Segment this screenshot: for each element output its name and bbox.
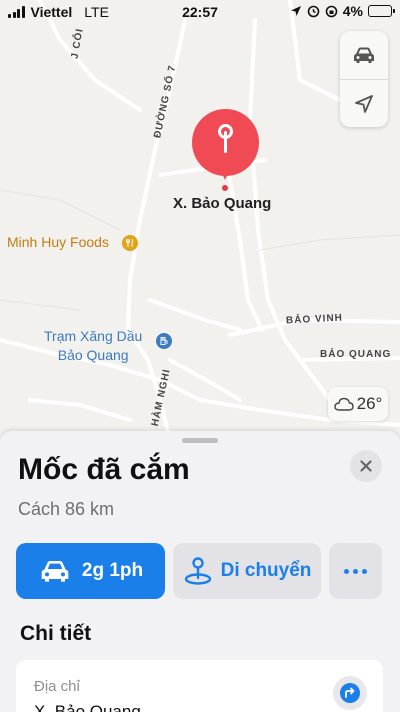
cloud-icon	[333, 397, 354, 411]
battery-percent: 4%	[342, 3, 363, 19]
temperature: 26°	[356, 394, 383, 413]
fork-knife-icon[interactable]	[122, 235, 138, 251]
track-location-button[interactable]	[340, 79, 388, 127]
pin-needle-head	[218, 124, 233, 139]
move-pin-button[interactable]: Di chuyển	[173, 543, 321, 599]
dropped-pin[interactable]	[192, 109, 259, 180]
weather-badge: 26°	[328, 387, 388, 421]
ellipsis-icon	[344, 568, 367, 574]
location-arrow-icon	[290, 6, 301, 16]
close-icon	[360, 460, 372, 472]
poi-minh-huy-foods[interactable]: Minh Huy Foods	[7, 234, 109, 250]
place-sheet: Mốc đã cắm Cách 86 km 2g 1ph Di chuyển C…	[0, 431, 400, 712]
car-icon	[41, 561, 69, 582]
pin-location-dot	[222, 185, 228, 191]
action-buttons: 2g 1ph Di chuyển	[16, 543, 382, 599]
lock-rotation-icon	[325, 5, 338, 17]
address-label: Địa chỉ	[34, 678, 80, 695]
details-heading: Chi tiết	[20, 622, 92, 645]
car-icon	[354, 47, 374, 63]
turn-right-arrow-icon	[340, 683, 360, 703]
close-button[interactable]	[350, 450, 382, 482]
poi-fuel-name-line1: Trạm Xăng Dầu	[44, 328, 143, 344]
road-label-bao-quang: BẢO QUANG	[320, 349, 392, 360]
move-label: Di chuyển	[220, 560, 312, 581]
address-value: X. Bảo Quang	[34, 702, 141, 712]
pin-move-icon	[184, 557, 211, 585]
location-arrow-icon	[355, 94, 373, 113]
more-button[interactable]	[329, 543, 382, 599]
place-label[interactable]: X. Bảo Quang	[173, 195, 271, 212]
sheet-title: Mốc đã cắm	[18, 453, 190, 486]
address-directions-button[interactable]	[333, 676, 367, 710]
address-card[interactable]: Địa chỉ X. Bảo Quang	[16, 660, 383, 712]
status-bar: Viettel LTE 22:57 4%	[0, 0, 400, 24]
fuel-icon[interactable]	[156, 333, 172, 349]
drive-time: 2g 1ph	[81, 560, 144, 581]
sheet-grabber[interactable]	[182, 438, 218, 443]
map-controls	[340, 31, 388, 127]
poi-tram-xang-dau[interactable]: Trạm Xăng Dầu Bảo Quang	[44, 327, 142, 365]
map-view[interactable]: J CÔI ĐƯỜNG SỐ 7 BẢO VINH BẢO QUANG HÀM …	[0, 0, 400, 440]
poi-fuel-name-line2: Bảo Quang	[57, 347, 129, 363]
distance-text: Cách 86 km	[18, 499, 115, 519]
battery-icon	[368, 5, 395, 17]
alarm-icon	[307, 5, 320, 17]
pin-tail	[221, 171, 229, 180]
drive-directions-button[interactable]: 2g 1ph	[16, 543, 165, 599]
map-mode-button[interactable]	[340, 31, 388, 79]
